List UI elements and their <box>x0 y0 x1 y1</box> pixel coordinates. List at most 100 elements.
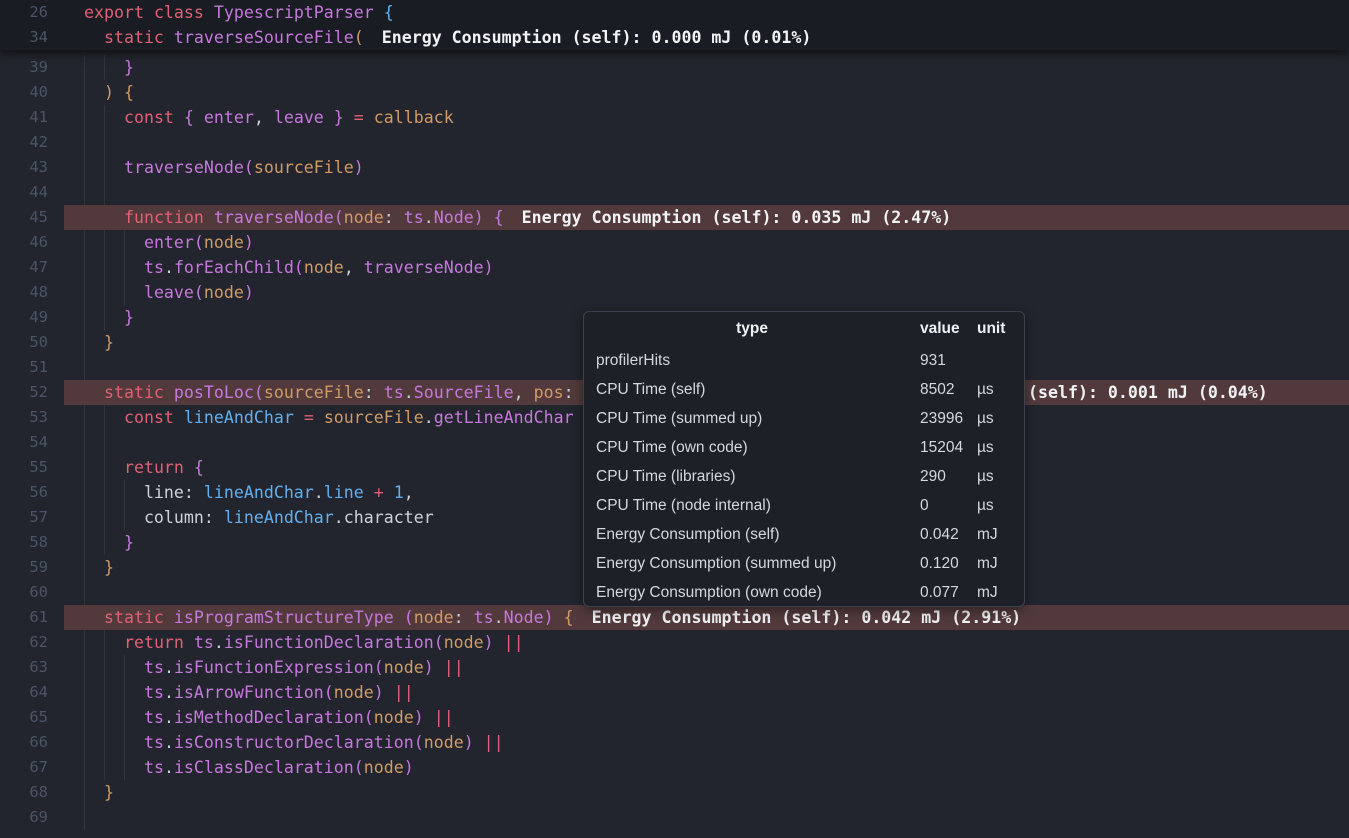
code-line[interactable]: 67 ts.isClassDeclaration(node) <box>0 755 1349 780</box>
sticky-line[interactable]: 26export class TypescriptParser { <box>0 0 1349 25</box>
line-number[interactable]: 39 <box>0 55 64 80</box>
code-token: . <box>334 508 344 527</box>
code-token: . <box>164 733 174 752</box>
code-line[interactable]: 41 const { enter, leave } = callback <box>0 105 1349 130</box>
line-number[interactable]: 48 <box>0 280 64 305</box>
indent-guide <box>104 255 105 280</box>
indent-guide <box>84 680 85 705</box>
tooltip-rows: profilerHits931CPU Time (self)8502µsCPU … <box>584 346 1024 607</box>
code-token: export <box>84 3 154 22</box>
line-number[interactable]: 68 <box>0 780 64 805</box>
code-token: Node <box>434 208 474 227</box>
code-text: export class TypescriptParser { <box>64 0 1349 25</box>
line-number[interactable]: 57 <box>0 505 64 530</box>
indent-guide <box>124 230 125 255</box>
line-number[interactable]: 67 <box>0 755 64 780</box>
line-number[interactable]: 40 <box>0 80 64 105</box>
code-token: ) <box>374 683 384 702</box>
code-line[interactable]: 46 enter(node) <box>0 230 1349 255</box>
code-token <box>84 658 144 677</box>
code-line[interactable]: 61 static isProgramStructureType (node: … <box>0 605 1349 630</box>
line-number[interactable]: 42 <box>0 130 64 155</box>
line-number[interactable]: 34 <box>0 25 64 50</box>
code-line[interactable]: 64 ts.isArrowFunction(node) || <box>0 680 1349 705</box>
code-token: = <box>294 408 324 427</box>
code-token: { <box>194 458 204 477</box>
indent-guide <box>104 280 105 305</box>
code-token: Node <box>504 608 544 627</box>
code-token: ts <box>144 708 164 727</box>
line-number[interactable]: 63 <box>0 655 64 680</box>
code-line[interactable]: 39 } <box>0 55 1349 80</box>
sticky-line[interactable]: 34 static traverseSourceFile(Energy Cons… <box>0 25 1349 50</box>
line-number[interactable]: 52 <box>0 380 64 405</box>
line-number[interactable]: 65 <box>0 705 64 730</box>
code-token: . <box>164 708 174 727</box>
code-text: ) { <box>64 80 1349 105</box>
code-token: } <box>84 558 114 577</box>
code-token <box>84 683 144 702</box>
code-line[interactable]: 63 ts.isFunctionExpression(node) || <box>0 655 1349 680</box>
code-token: , <box>404 483 414 502</box>
line-number[interactable]: 26 <box>0 0 64 25</box>
code-token: traverseNode <box>214 208 334 227</box>
line-number[interactable]: 43 <box>0 155 64 180</box>
code-token: ts <box>384 383 404 402</box>
line-number[interactable]: 45 <box>0 205 64 230</box>
code-line[interactable]: 40 ) { <box>0 80 1349 105</box>
code-token: . <box>164 658 174 677</box>
tooltip-cell-unit: µs <box>977 410 1024 428</box>
line-number[interactable]: 60 <box>0 580 64 605</box>
code-token: node <box>364 758 404 777</box>
code-line[interactable]: 47 ts.forEachChild(node, traverseNode) <box>0 255 1349 280</box>
indent-guide <box>124 280 125 305</box>
indent-guide <box>104 405 105 430</box>
line-number[interactable]: 58 <box>0 530 64 555</box>
tooltip-header-value: value <box>920 320 977 338</box>
code-line[interactable]: 48 leave(node) <box>0 280 1349 305</box>
code-token: callback <box>374 108 454 127</box>
line-number[interactable]: 62 <box>0 630 64 655</box>
line-number[interactable]: 54 <box>0 430 64 455</box>
code-line[interactable]: 42 <box>0 130 1349 155</box>
line-number[interactable]: 44 <box>0 180 64 205</box>
code-token: node <box>384 658 424 677</box>
code-line[interactable]: 44 <box>0 180 1349 205</box>
code-token: leave <box>144 283 194 302</box>
code-token: lineAndChar <box>184 408 294 427</box>
tooltip-cell-type: Energy Consumption (summed up) <box>584 555 920 573</box>
line-number[interactable]: 59 <box>0 555 64 580</box>
code-token: ( <box>364 708 374 727</box>
line-number[interactable]: 69 <box>0 805 64 830</box>
line-number[interactable]: 55 <box>0 455 64 480</box>
code-line[interactable]: 69 <box>0 805 1349 830</box>
line-number[interactable]: 56 <box>0 480 64 505</box>
indent-guide <box>104 505 105 530</box>
code-token: ts <box>144 733 164 752</box>
line-number[interactable]: 53 <box>0 405 64 430</box>
line-number[interactable]: 51 <box>0 355 64 380</box>
code-line[interactable]: 43 traverseNode(sourceFile) <box>0 155 1349 180</box>
line-number[interactable]: 47 <box>0 255 64 280</box>
code-line[interactable]: 66 ts.isConstructorDeclaration(node) || <box>0 730 1349 755</box>
code-token: pos <box>534 383 564 402</box>
code-line[interactable]: 65 ts.isMethodDeclaration(node) || <box>0 705 1349 730</box>
line-number[interactable]: 49 <box>0 305 64 330</box>
tooltip-row: CPU Time (self)8502µs <box>584 375 1024 404</box>
tooltip-row: Energy Consumption (own code)0.077mJ <box>584 579 1024 607</box>
code-line[interactable]: 62 return ts.isFunctionDeclaration(node)… <box>0 630 1349 655</box>
indent-guide <box>124 680 125 705</box>
tooltip-cell-type: CPU Time (summed up) <box>584 410 920 428</box>
indent-guide <box>104 705 105 730</box>
line-number[interactable]: 61 <box>0 605 64 630</box>
line-number[interactable]: 66 <box>0 730 64 755</box>
line-number[interactable]: 50 <box>0 330 64 355</box>
indent-guide <box>84 430 85 455</box>
code-line[interactable]: 68 } <box>0 780 1349 805</box>
line-number[interactable]: 41 <box>0 105 64 130</box>
code-line[interactable]: 45 function traverseNode(node: ts.Node) … <box>0 205 1349 230</box>
indent-guide <box>104 455 105 480</box>
code-token: : <box>184 483 204 502</box>
line-number[interactable]: 46 <box>0 230 64 255</box>
line-number[interactable]: 64 <box>0 680 64 705</box>
